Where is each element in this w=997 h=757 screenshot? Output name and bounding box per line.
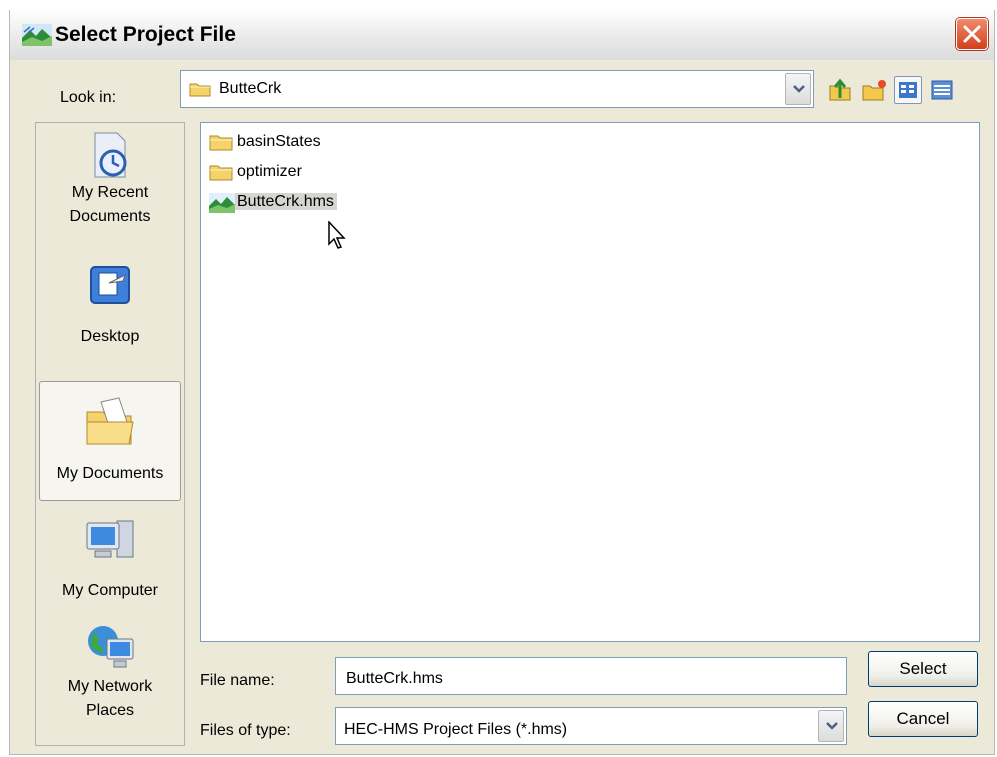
details-view-icon[interactable] (928, 76, 956, 104)
place-my-recent-documents[interactable]: My Recent Documents (39, 129, 181, 253)
files-of-type-label: Files of type: (200, 722, 291, 739)
mouse-pointer-icon (328, 221, 346, 249)
look-in-label: Look in: (60, 89, 117, 106)
files-of-type-dropdown-button[interactable] (818, 710, 844, 742)
desktop-icon (90, 266, 130, 304)
dialog-title: Select Project File (55, 23, 236, 46)
place-my-network-places[interactable]: My Network Places (39, 623, 181, 743)
file-list[interactable]: basinStates optimizer ButteCrk.hms (200, 122, 980, 642)
create-new-folder-icon[interactable] (860, 76, 888, 104)
files-of-type-value: HEC-HMS Project Files (*.hms) (344, 721, 568, 738)
look-in-value: ButteCrk (219, 80, 282, 97)
file-name-label: File name: (200, 672, 275, 689)
place-label-line1: My Computer (61, 582, 159, 599)
chevron-down-icon (793, 85, 805, 93)
place-desktop[interactable]: Desktop (39, 261, 181, 365)
place-label-line2: Documents (69, 208, 151, 225)
hec-hms-file-icon (209, 193, 235, 213)
place-my-computer[interactable]: My Computer (39, 515, 181, 619)
file-name: ButteCrk.hms (234, 193, 337, 210)
my-computer-icon (86, 520, 134, 558)
folder-icon (209, 165, 233, 181)
look-in-dropdown-button[interactable] (785, 73, 811, 105)
cancel-button[interactable]: Cancel (868, 701, 978, 737)
network-places-icon (88, 626, 134, 668)
hec-hms-app-icon (22, 24, 52, 46)
select-button[interactable]: Select (868, 651, 978, 687)
close-icon (963, 25, 981, 43)
files-of-type-dropdown[interactable]: HEC-HMS Project Files (*.hms) (335, 707, 847, 745)
place-my-documents[interactable]: My Documents (39, 381, 181, 501)
look-in-dropdown[interactable]: ButteCrk (180, 70, 814, 108)
list-item[interactable]: basinStates (203, 129, 321, 155)
title-bar[interactable]: Select Project File (10, 10, 994, 60)
folder-icon (189, 83, 211, 97)
place-label-line1: My Network (67, 678, 153, 695)
chevron-down-icon (826, 722, 838, 730)
place-label-line2: Places (85, 702, 135, 719)
close-button[interactable] (956, 18, 988, 50)
folder-icon (209, 135, 233, 151)
list-view-button[interactable] (894, 76, 922, 104)
up-one-level-icon[interactable] (826, 76, 854, 104)
list-item[interactable]: optimizer (203, 159, 302, 185)
my-documents-icon (86, 397, 134, 445)
place-label-line1: My Documents (56, 465, 164, 482)
places-bar: My Recent Documents Desktop My Documents (35, 122, 185, 746)
file-name-input[interactable]: ButteCrk.hms (335, 657, 847, 695)
list-view-icon (899, 82, 917, 98)
file-name: basinStates (237, 133, 321, 150)
place-label-line1: My Recent (71, 184, 149, 201)
file-name: optimizer (237, 163, 302, 180)
place-label-line1: Desktop (80, 328, 140, 345)
list-item[interactable]: ButteCrk.hms (203, 189, 337, 215)
recent-documents-icon (94, 132, 127, 178)
select-project-file-dialog: Select Project File Look in: ButteCrk My… (9, 10, 995, 755)
